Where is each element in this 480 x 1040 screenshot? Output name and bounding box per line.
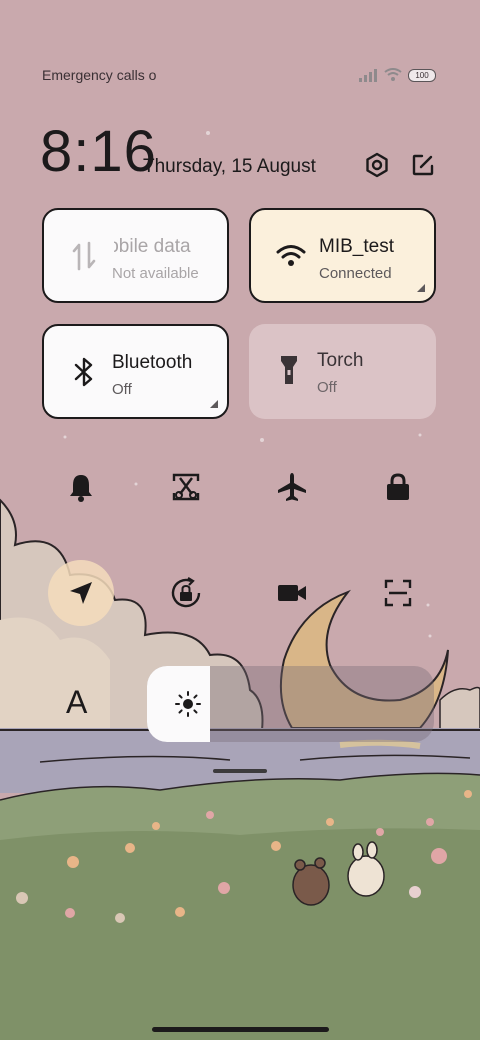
rotation-lock-icon[interactable]: [164, 571, 208, 615]
wifi-tile[interactable]: MIB_test Connected: [249, 208, 436, 303]
home-indicator[interactable]: [152, 1027, 329, 1032]
panel-drag-handle[interactable]: [213, 769, 267, 773]
status-icons: 100: [358, 68, 436, 82]
bluetooth-subtitle: Off: [112, 381, 132, 398]
torch-tile[interactable]: Torch Off: [249, 324, 436, 419]
torch-icon: [273, 352, 305, 388]
location-icon[interactable]: [59, 571, 103, 615]
torch-title: Torch: [317, 350, 364, 371]
video-camera-icon[interactable]: [270, 571, 314, 615]
date: Thursday, 15 August: [143, 156, 316, 177]
wifi-expand-icon[interactable]: [417, 284, 425, 292]
mobile-data-icon: [68, 238, 100, 274]
wifi-subtitle: Connected: [319, 265, 392, 282]
bluetooth-expand-icon[interactable]: [210, 400, 218, 408]
bear-brown: [292, 857, 330, 906]
bell-icon[interactable]: [59, 465, 103, 509]
torch-subtitle: Off: [317, 379, 337, 396]
mobile-data-tile[interactable]: lobile data Not available: [42, 208, 229, 303]
bluetooth-icon: [68, 354, 100, 390]
signal-icon: [359, 68, 377, 82]
scan-icon[interactable]: [376, 571, 420, 615]
bluetooth-tile[interactable]: Bluetooth Off: [42, 324, 229, 419]
mobile-data-subtitle: Not available: [112, 265, 199, 282]
auto-brightness-toggle[interactable]: A: [66, 684, 87, 721]
cloud-right: [439, 686, 480, 731]
edit-icon[interactable]: [406, 148, 440, 182]
screenshot-cut-icon[interactable]: [164, 465, 208, 509]
status-carrier-text: Emergency calls o: [42, 67, 157, 83]
clock: 8:16: [40, 119, 157, 184]
settings-icon[interactable]: [360, 148, 394, 182]
airplane-icon[interactable]: [270, 465, 314, 509]
lock-icon[interactable]: [376, 465, 420, 509]
wifi-title: MIB_test: [319, 236, 394, 257]
battery-icon: 100: [408, 68, 436, 82]
wifi-status-icon: [384, 68, 402, 81]
mobile-data-title: lobile data: [104, 236, 191, 257]
wifi-icon: [275, 238, 307, 274]
bluetooth-title: Bluetooth: [112, 352, 193, 373]
sun-icon: [166, 682, 210, 726]
